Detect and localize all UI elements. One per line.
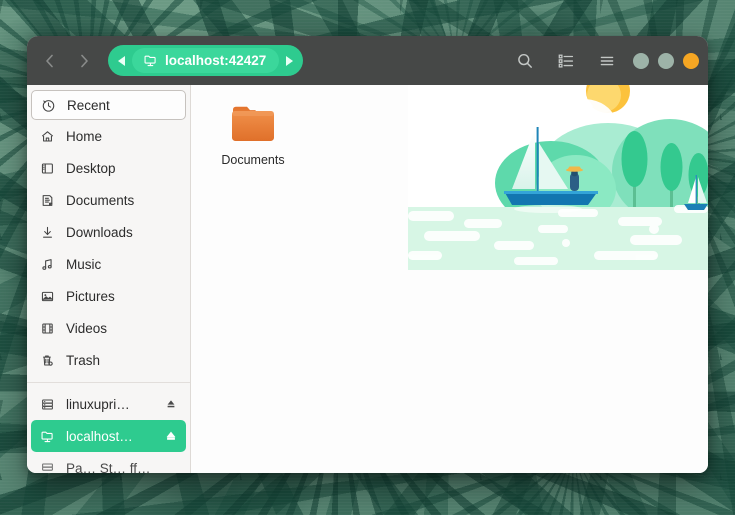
- home-icon: [39, 129, 56, 144]
- sidebar-item-label: Recent: [67, 97, 110, 113]
- chevron-left-icon: [46, 54, 53, 67]
- desktop: localhost:42427 Recent Home Desktop Docu…: [0, 0, 735, 515]
- breadcrumb-localhost[interactable]: localhost:42427: [132, 48, 280, 73]
- back-button[interactable]: [33, 45, 67, 77]
- forward-button[interactable]: [67, 45, 101, 77]
- picture-icon: [39, 289, 56, 304]
- sidebar-divider: [27, 382, 190, 383]
- window-headerbar: localhost:42427: [27, 36, 708, 85]
- sidebar-item-label: Music: [66, 256, 102, 272]
- file-manager-window: localhost:42427 Recent Home Desktop Docu…: [27, 36, 708, 473]
- sidebar-item-home[interactable]: Home: [31, 120, 186, 152]
- sidebar-item-downloads[interactable]: Downloads: [31, 216, 186, 248]
- download-icon: [39, 225, 56, 240]
- hamburger-menu-icon: [600, 56, 613, 65]
- sidebar-item-label: linuxupri…: [66, 396, 130, 412]
- search-icon: [517, 53, 532, 68]
- sidebar-item-label: Desktop: [66, 160, 116, 176]
- triangle-left-icon: [118, 55, 125, 66]
- remote-folder-icon: [39, 429, 56, 444]
- search-button[interactable]: [509, 45, 540, 76]
- sidebar-item-desktop[interactable]: Desktop: [31, 152, 186, 184]
- sidebar-item-label: Videos: [66, 320, 108, 336]
- music-icon: [39, 257, 56, 272]
- triangle-right-icon: [286, 55, 294, 66]
- sidebar-item-pictures[interactable]: Pictures: [31, 280, 186, 312]
- breadcrumb-label: localhost:42427: [165, 53, 267, 68]
- eject-icon[interactable]: [164, 430, 178, 442]
- sidebar-item-trash[interactable]: Trash: [31, 344, 186, 376]
- sidebar-item-label: Pictures: [66, 288, 115, 304]
- minimize-button[interactable]: [633, 52, 649, 69]
- document-icon: [39, 193, 56, 208]
- remote-folder-icon: [144, 55, 156, 67]
- eject-icon[interactable]: [164, 398, 178, 410]
- view-toggle-button[interactable]: [550, 45, 581, 76]
- sidebar-item-videos[interactable]: Videos: [31, 312, 186, 344]
- sidebar-item-label: Trash: [66, 352, 101, 368]
- maximize-button[interactable]: [658, 52, 674, 69]
- sidebar-item-linuxupri[interactable]: linuxupri…: [31, 388, 186, 420]
- window-controls: [633, 52, 699, 69]
- drive-icon: [39, 461, 56, 474]
- pathbar-scroll-right-button[interactable]: [279, 47, 300, 74]
- sidebar-item-recent[interactable]: Recent: [31, 90, 186, 120]
- sidebar-item-label: Downloads: [66, 224, 133, 240]
- list-view-icon: [558, 54, 573, 68]
- sidebar-item-documents[interactable]: Documents: [31, 184, 186, 216]
- main-menu-button[interactable]: [591, 45, 622, 76]
- folder-icon: [229, 101, 277, 145]
- file-grid[interactable]: Documents: [191, 85, 301, 173]
- sidebar-item-music[interactable]: Music: [31, 248, 186, 280]
- video-icon: [39, 321, 56, 336]
- sidebar-item-label: Home: [66, 128, 103, 144]
- pathbar-scroll-left-button[interactable]: [111, 47, 132, 74]
- clock-icon: [40, 98, 57, 113]
- sidebar-item-partial[interactable]: Pa… St… ff…: [31, 452, 186, 473]
- file-item-documents[interactable]: Documents: [205, 97, 301, 173]
- trash-icon: [39, 353, 56, 368]
- drive-icon: [39, 397, 56, 412]
- desktop-icon: [39, 161, 56, 176]
- sidebar-item-label: Pa… St… ff…: [66, 460, 151, 474]
- sidebar-item-label: Documents: [66, 192, 135, 208]
- sailboat-landscape-illustration: [408, 85, 708, 270]
- sidebar-item-localhost[interactable]: localhost…: [31, 420, 186, 452]
- sidebar-item-label: localhost…: [66, 428, 133, 444]
- file-list-view[interactable]: Documents: [191, 85, 708, 473]
- sidebar[interactable]: Recent Home Desktop Documents Downloads …: [27, 85, 191, 473]
- close-button[interactable]: [683, 52, 699, 69]
- pathbar: localhost:42427: [108, 45, 304, 76]
- window-body: Recent Home Desktop Documents Downloads …: [27, 85, 708, 473]
- chevron-right-icon: [81, 54, 88, 67]
- file-item-label: Documents: [221, 153, 285, 167]
